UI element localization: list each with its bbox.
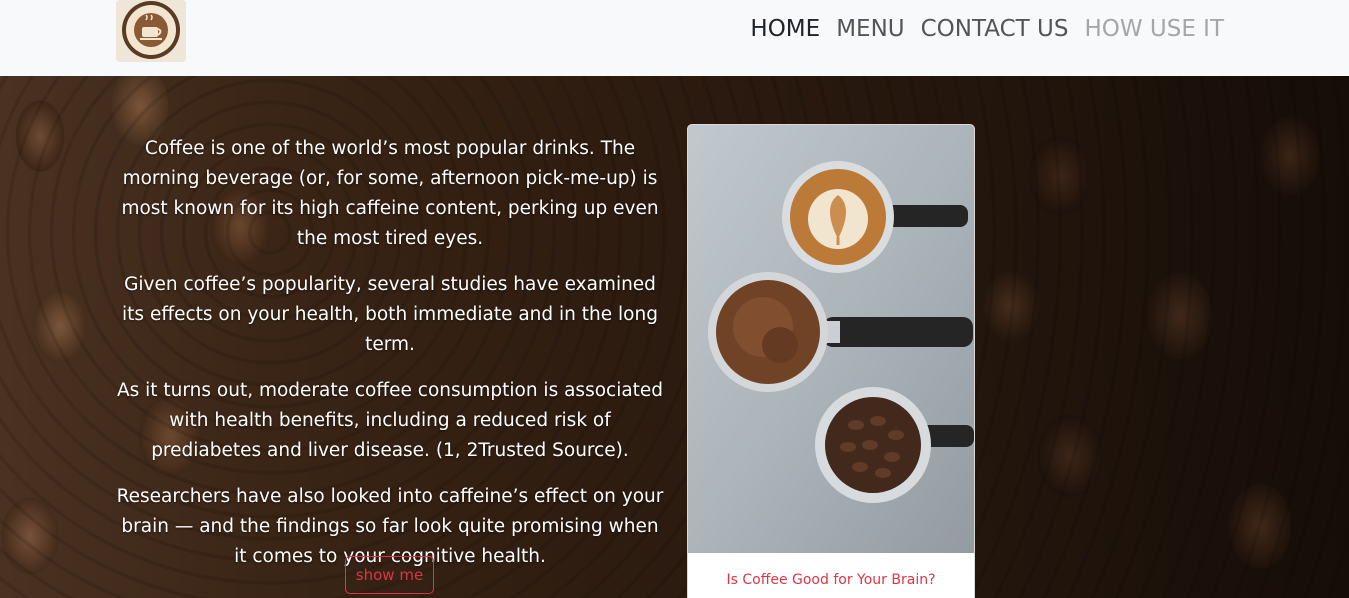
- nav-links: HOME MENU CONTACT US HOW USE IT: [750, 14, 1224, 44]
- navbar: HOME MENU CONTACT US HOW USE IT: [0, 0, 1349, 76]
- article-card[interactable]: Is Coffee Good for Your Brain?: [687, 124, 975, 598]
- hero-paragraph-1: Coffee is one of the world’s most popula…: [121, 138, 659, 249]
- nav-link-home[interactable]: HOME: [750, 14, 820, 44]
- nav-link-menu[interactable]: MENU: [836, 14, 904, 44]
- nav-link-how-use-it[interactable]: HOW USE IT: [1084, 14, 1224, 44]
- hero-paragraph-3: As it turns out, moderate coffee consump…: [116, 380, 664, 461]
- hero-paragraph-2: Given coffee’s popularity, several studi…: [122, 274, 658, 355]
- nav-link-contact-us[interactable]: CONTACT US: [921, 14, 1069, 44]
- coffee-logo[interactable]: [116, 0, 186, 62]
- show-me-button[interactable]: show me: [345, 556, 434, 594]
- coffee-portafilters-image: [688, 125, 974, 553]
- hero-text-column: Coffee is one of the world’s most popula…: [115, 134, 665, 588]
- coffee-logo-icon: [116, 0, 186, 62]
- card-title-link[interactable]: Is Coffee Good for Your Brain?: [688, 572, 974, 588]
